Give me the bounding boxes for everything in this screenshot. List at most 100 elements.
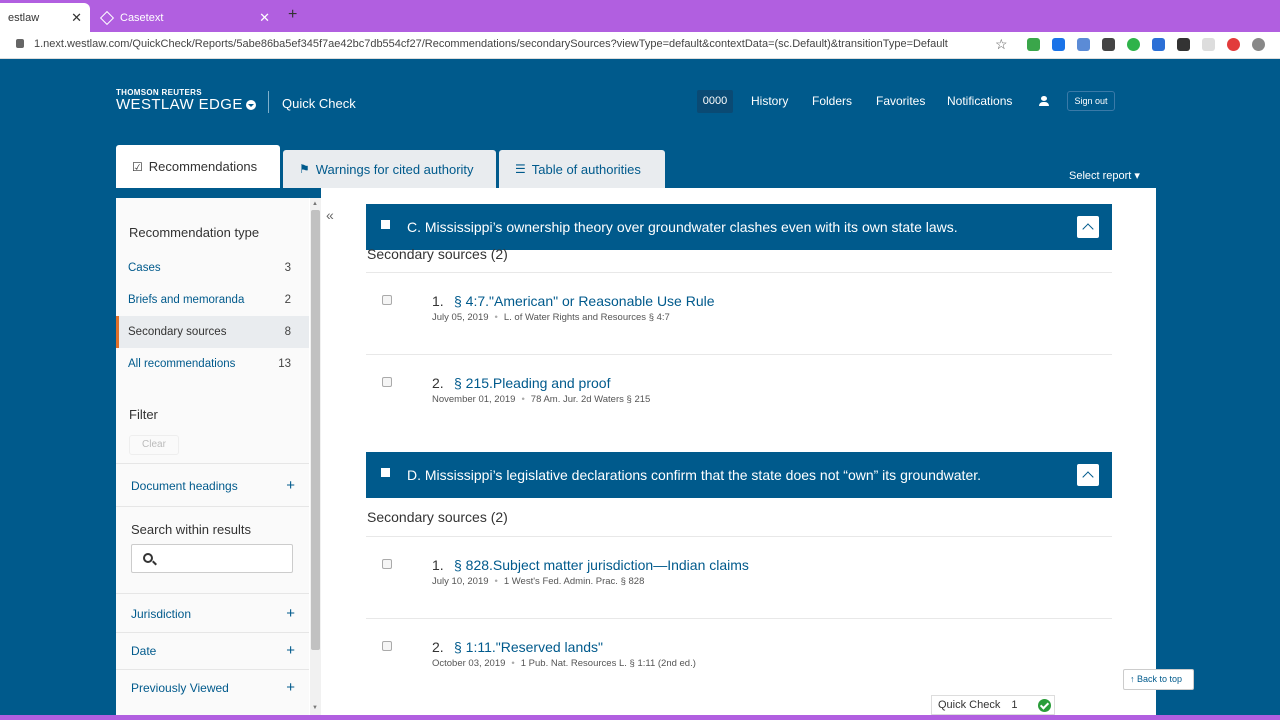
type-label: Secondary sources <box>128 326 227 338</box>
plus-icon[interactable]: + <box>286 605 295 622</box>
extension-icon[interactable] <box>1202 38 1215 51</box>
extension-icon[interactable] <box>1102 38 1115 51</box>
tab-label: Table of authorities <box>531 161 641 177</box>
extension-icon[interactable] <box>1127 38 1140 51</box>
profile-icon[interactable] <box>1252 38 1265 51</box>
recommendation-type-heading: Recommendation type <box>129 225 260 240</box>
close-icon[interactable]: ✕ <box>259 10 270 26</box>
flag-icon: ⚑ <box>299 162 310 176</box>
filter-previously-viewed[interactable]: Previously Viewed + <box>131 679 295 696</box>
scroll-up-icon[interactable]: ▲ <box>312 201 318 207</box>
back-to-top-button[interactable]: ↑ Back to top <box>1123 669 1194 690</box>
result-title-link[interactable]: § 1:11."Reserved lands" <box>454 639 603 655</box>
plus-icon[interactable]: + <box>286 642 295 659</box>
checkbox-icon: ☑ <box>132 159 143 174</box>
result-number: 2. <box>432 375 444 391</box>
type-label: Briefs and memoranda <box>128 294 245 306</box>
result-checkbox[interactable] <box>382 641 392 651</box>
nav-folders[interactable]: Folders <box>812 94 852 108</box>
result-title-link[interactable]: § 828.Subject matter jurisdiction—Indian… <box>454 557 749 573</box>
section-checkbox[interactable] <box>381 468 390 477</box>
quick-check-count: 1 <box>1011 699 1018 711</box>
browser-tab-label: estlaw <box>8 11 40 24</box>
type-item-all[interactable]: All recommendations 13 <box>116 348 309 380</box>
tab-recommendations[interactable]: ☑ Recommendations <box>116 145 280 188</box>
new-tab-button[interactable]: + <box>288 6 297 24</box>
client-id-button[interactable]: 0000 <box>697 90 733 113</box>
extension-icon[interactable] <box>1052 38 1065 51</box>
close-icon[interactable]: ✕ <box>71 10 82 26</box>
extension-icon[interactable] <box>1027 38 1040 51</box>
section-checkbox[interactable] <box>381 220 390 229</box>
browser-tab-westlaw[interactable]: estlaw ✕ <box>0 3 90 32</box>
extension-icon[interactable] <box>1152 38 1165 51</box>
extension-icon[interactable] <box>1077 38 1090 51</box>
section-banner: C. Mississippi’s ownership theory over g… <box>366 204 1112 250</box>
sidebar-scroll-thumb[interactable] <box>311 210 320 650</box>
collapse-sidebar-icon[interactable]: « <box>326 207 334 223</box>
plus-icon[interactable]: + <box>286 477 295 494</box>
tab-label: Recommendations <box>148 159 258 174</box>
arrow-up-icon: ↑ <box>1130 674 1138 684</box>
type-item-secondary-sources[interactable]: Secondary sources 8 <box>116 316 309 348</box>
filter-label: Date <box>131 644 157 658</box>
address-bar[interactable]: 1.next.westlaw.com/QuickCheck/Reports/5a… <box>0 32 1280 59</box>
type-item-briefs[interactable]: Briefs and memoranda 2 <box>116 284 309 316</box>
bookmark-star-icon[interactable]: ☆ <box>995 36 1008 53</box>
result-number: 1. <box>432 293 444 309</box>
tab-table-of-authorities[interactable]: ☰ Table of authorities <box>499 150 665 188</box>
product-name[interactable]: Quick Check <box>282 96 356 111</box>
divider <box>366 536 1112 537</box>
clear-button[interactable]: Clear <box>129 435 179 455</box>
nav-history[interactable]: History <box>751 94 788 108</box>
result-title-link[interactable]: § 4:7."American" or Reasonable Use Rule <box>454 293 715 309</box>
browser-tab-casetext[interactable]: Casetext ✕ <box>92 3 278 32</box>
lock-icon <box>16 39 24 48</box>
type-count: 13 <box>278 358 291 370</box>
sign-out-button[interactable]: Sign out <box>1067 91 1115 111</box>
collapse-section-button[interactable] <box>1077 216 1099 238</box>
result-checkbox[interactable] <box>382 377 392 387</box>
divider <box>116 669 309 670</box>
nav-favorites[interactable]: Favorites <box>876 94 925 108</box>
result-checkbox[interactable] <box>382 295 392 305</box>
quick-check-status[interactable]: Quick Check 1 <box>931 695 1055 715</box>
chevron-down-icon[interactable] <box>246 100 256 110</box>
extension-icon[interactable] <box>1177 38 1190 51</box>
extension-icon[interactable] <box>1227 38 1240 51</box>
plus-icon[interactable]: + <box>286 679 295 696</box>
nav-notifications[interactable]: Notifications <box>947 94 1012 108</box>
type-count: 2 <box>284 294 291 306</box>
scroll-down-icon[interactable]: ▼ <box>312 705 318 711</box>
result-title-link[interactable]: § 215.Pleading and proof <box>454 375 610 391</box>
window-bottom-edge <box>0 715 1280 720</box>
browser-tab-label: Casetext <box>120 11 164 24</box>
result-meta: July 05, 2019 • L. of Water Rights and Res… <box>432 312 670 323</box>
brand-logo[interactable]: WESTLAW EDGE <box>116 96 243 113</box>
result-source: 78 Am. Jur. 2d Waters § 215 <box>530 394 651 405</box>
divider <box>116 632 309 633</box>
secondary-sources-heading: Secondary sources (2) <box>367 509 508 525</box>
filter-date[interactable]: Date + <box>131 642 295 659</box>
casetext-favicon-icon <box>99 10 115 25</box>
section-heading: D. Mississippi’s legislative declaration… <box>407 467 982 483</box>
search-icon <box>143 553 153 563</box>
tab-warnings[interactable]: ⚑ Warnings for cited authority <box>283 150 496 188</box>
list-icon: ☰ <box>515 162 526 176</box>
search-within-input[interactable] <box>131 544 293 573</box>
url-text[interactable]: 1.next.westlaw.com/QuickCheck/Reports/5a… <box>34 38 948 50</box>
user-icon[interactable] <box>1039 96 1049 106</box>
select-report-dropdown[interactable]: Select report ▾ <box>1069 169 1140 182</box>
type-item-cases[interactable]: Cases 3 <box>116 252 309 284</box>
collapse-section-button[interactable] <box>1077 464 1099 486</box>
filter-jurisdiction[interactable]: Jurisdiction + <box>131 605 295 622</box>
checkmark-icon <box>1038 699 1051 712</box>
result-meta: November 01, 2019 • 78 Am. Jur. 2d Waters … <box>432 394 650 405</box>
divider <box>366 354 1112 355</box>
tab-label: Warnings for cited authority <box>315 161 474 177</box>
type-count: 8 <box>284 326 291 338</box>
browser-tab-bar: estlaw ✕ Casetext ✕ + <box>0 0 1280 32</box>
result-checkbox[interactable] <box>382 559 392 569</box>
filter-document-headings[interactable]: Document headings + <box>131 477 295 494</box>
divider <box>116 593 309 594</box>
